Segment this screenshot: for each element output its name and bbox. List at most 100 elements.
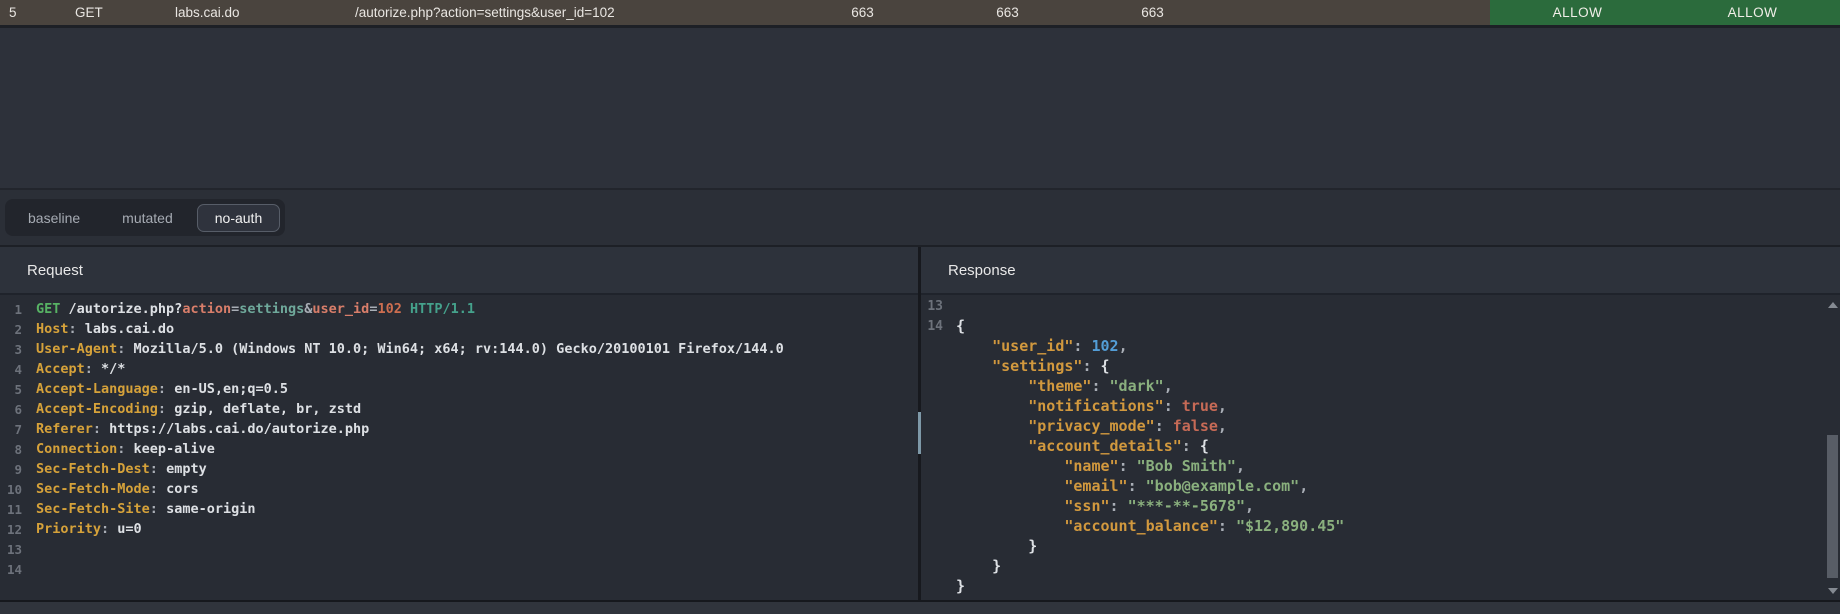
- code-line: 8 Connection: keep-alive: [0, 439, 918, 459]
- line-number: 10: [0, 482, 22, 497]
- line-number: 1: [0, 302, 22, 317]
- code-text: Accept-Language: en-US,en;q=0.5: [36, 381, 288, 397]
- response-panel-header: Response: [921, 247, 1840, 295]
- request-panel-header: Request: [0, 247, 918, 295]
- code-line: 12 Priority: u=0: [0, 519, 918, 539]
- code-text: Priority: u=0: [36, 521, 142, 537]
- code-text: Sec-Fetch-Mode: cors: [36, 481, 199, 497]
- request-title: Request: [27, 262, 83, 279]
- code-line: 3User-Agent: Mozilla/5.0 (Windows NT 10.…: [0, 339, 918, 359]
- code-text: "notifications": true,: [956, 397, 1227, 415]
- code-line: "email": "bob@example.com",: [921, 476, 1840, 496]
- code-line: }: [921, 536, 1840, 556]
- panels-container: Request 1 GET /autorize.php?action=settin…: [0, 247, 1840, 600]
- table-empty-area: [0, 28, 1840, 188]
- line-number: 2: [0, 322, 22, 337]
- code-text: }: [956, 537, 1037, 555]
- line-number: 12: [0, 522, 22, 537]
- cell-host: labs.cai.do: [175, 0, 355, 25]
- horizontal-scrollbar-track[interactable]: [0, 600, 1840, 614]
- code-line: 6Accept-Encoding: gzip, deflate, br, zst…: [0, 399, 918, 419]
- code-text: }: [956, 557, 1001, 575]
- cell-method: GET: [70, 0, 175, 25]
- code-line: 14: [0, 559, 918, 579]
- code-line: "account_balance": "$12,890.45": [921, 516, 1840, 536]
- code-line: 13: [0, 539, 918, 559]
- code-line: 10 Sec-Fetch-Mode: cors: [0, 479, 918, 499]
- code-line: "settings": {: [921, 356, 1840, 376]
- code-text: "email": "bob@example.com",: [956, 477, 1308, 495]
- tab-group: baseline mutated no-auth: [5, 199, 285, 236]
- code-line: "privacy_mode": false,: [921, 416, 1840, 436]
- code-text: "settings": {: [956, 357, 1110, 375]
- code-line: }: [921, 556, 1840, 576]
- response-title: Response: [948, 262, 1016, 279]
- code-text: "account_details": {: [956, 437, 1209, 455]
- cell-verdict-2: ALLOW: [1665, 0, 1840, 25]
- tab-baseline[interactable]: baseline: [10, 204, 98, 232]
- cell-length-3: 663: [1080, 0, 1225, 25]
- tab-no-auth[interactable]: no-auth: [197, 204, 280, 232]
- line-number: 9: [0, 462, 22, 477]
- code-line: "user_id": 102,: [921, 336, 1840, 356]
- request-table-row[interactable]: 5 GET labs.cai.do /autorize.php?action=s…: [0, 0, 1840, 25]
- code-text: "theme": "dark",: [956, 377, 1173, 395]
- line-number: 13: [0, 542, 22, 557]
- response-scrollbar[interactable]: [1826, 297, 1839, 599]
- view-tabbar: baseline mutated no-auth: [0, 190, 1840, 245]
- code-text: "privacy_mode": false,: [956, 417, 1227, 435]
- line-number: 4: [0, 362, 22, 377]
- code-text: Sec-Fetch-Dest: empty: [36, 461, 207, 477]
- code-line: 9 Sec-Fetch-Dest: empty: [0, 459, 918, 479]
- line-number: 13: [921, 299, 943, 314]
- code-text: Sec-Fetch-Site: same-origin: [36, 501, 255, 517]
- code-line: }: [921, 576, 1840, 596]
- line-number: 14: [0, 562, 22, 577]
- response-code-viewer[interactable]: 13 14 { "user_id": 102, "settings": { "the…: [921, 295, 1840, 600]
- line-number: 3: [0, 342, 22, 357]
- cell-length-1: 663: [790, 0, 935, 25]
- line-number: 8: [0, 442, 22, 457]
- code-line: "account_details": {: [921, 436, 1840, 456]
- code-line: 1 GET /autorize.php?action=settings&user_…: [0, 299, 918, 319]
- code-text: Host: labs.cai.do: [36, 321, 174, 337]
- code-text: Referer: https://labs.cai.do/autorize.ph…: [36, 421, 369, 437]
- cell-path: /autorize.php?action=settings&user_id=10…: [355, 0, 790, 25]
- cell-request-id: 5: [0, 0, 70, 25]
- request-code-viewer[interactable]: 1 GET /autorize.php?action=settings&user_…: [0, 295, 918, 600]
- code-line: 2 Host: labs.cai.do: [0, 319, 918, 339]
- code-line: "name": "Bob Smith",: [921, 456, 1840, 476]
- code-line: 13: [921, 296, 1840, 316]
- code-text: }: [956, 577, 965, 595]
- scroll-down-icon[interactable]: [1828, 588, 1838, 594]
- code-text: "ssn": "***-**-5678",: [956, 497, 1254, 515]
- code-line: "ssn": "***-**-5678",: [921, 496, 1840, 516]
- scrollbar-thumb[interactable]: [1827, 435, 1838, 578]
- code-line: "notifications": true,: [921, 396, 1840, 416]
- code-text: "name": "Bob Smith",: [956, 457, 1245, 475]
- response-panel: Response 13 14 { "user_id": 102, "settings…: [921, 247, 1840, 600]
- line-number: 7: [0, 422, 22, 437]
- code-text: Connection: keep-alive: [36, 441, 215, 457]
- code-text: "user_id": 102,: [956, 337, 1128, 355]
- cell-spacer: [1225, 0, 1490, 25]
- code-line: 7 Referer: https://labs.cai.do/autorize.p…: [0, 419, 918, 439]
- code-text: "account_balance": "$12,890.45": [956, 517, 1344, 535]
- cell-verdict-1: ALLOW: [1490, 0, 1665, 25]
- request-panel: Request 1 GET /autorize.php?action=settin…: [0, 247, 918, 600]
- code-line: 11 Sec-Fetch-Site: same-origin: [0, 499, 918, 519]
- cell-length-2: 663: [935, 0, 1080, 25]
- code-line: "theme": "dark",: [921, 376, 1840, 396]
- code-text: {: [956, 317, 965, 335]
- code-line: 5 Accept-Language: en-US,en;q=0.5: [0, 379, 918, 399]
- scroll-up-icon[interactable]: [1828, 302, 1838, 308]
- code-text: GET /autorize.php?action=settings&user_i…: [36, 301, 475, 317]
- line-number: 14: [921, 319, 943, 334]
- line-number: 5: [0, 382, 22, 397]
- tab-mutated[interactable]: mutated: [104, 204, 191, 232]
- code-text: Accept: */*: [36, 361, 125, 377]
- line-number: 6: [0, 402, 22, 417]
- line-number: 11: [0, 502, 22, 517]
- code-line: 14 {: [921, 316, 1840, 336]
- code-line: 4 Accept: */*: [0, 359, 918, 379]
